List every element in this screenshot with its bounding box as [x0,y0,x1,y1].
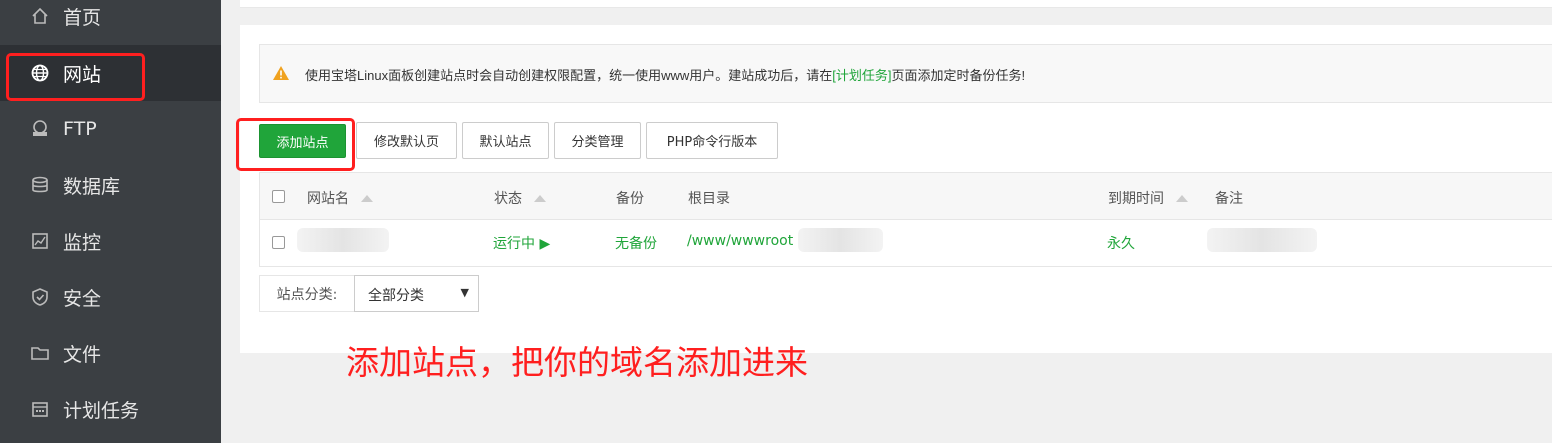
sidebar-item-label: 计划任务 [63,399,140,422]
table-header: 网站名 状态 备份 根目录 到期时间 备注 [260,173,1552,220]
sidebar-item-database[interactable]: 数据库 [0,157,221,213]
shield-icon [30,287,50,307]
ftp-icon [30,119,50,139]
sort-icon [534,194,546,202]
sidebar-item-label: 监控 [63,231,102,254]
annotation-text: 添加站点，把你的域名添加进来 [346,343,808,382]
expire-value[interactable]: 永久 [1107,233,1135,253]
sidebar-item-home[interactable]: 首页 [0,0,221,44]
notice-banner: 使用宝塔Linux面板创建站点时会自动创建权限配置，统一使用www用户。建站成功… [259,44,1552,103]
sidebar-item-security[interactable]: 安全 [0,269,221,325]
column-backup: 备份 [616,191,644,207]
top-panel [240,0,1552,7]
sort-icon [1176,194,1188,202]
warning-icon [272,65,290,85]
sidebar: 首页 网站 FTP 数据库 监控 安全 文件 计划任务 [0,0,221,443]
sidebar-item-ftp[interactable]: FTP [0,101,221,157]
column-site-name[interactable]: 网站名 [307,188,373,208]
cron-task-link[interactable]: [计划任务] [832,68,891,83]
notice-text: 使用宝塔Linux面板创建站点时会自动创建权限配置，统一使用www用户。建站成功… [305,68,1026,83]
sidebar-item-label: FTP [63,118,97,140]
database-icon [30,175,50,195]
column-remark: 备注 [1215,191,1243,207]
sort-icon [361,194,373,202]
select-all-checkbox[interactable] [272,190,285,203]
default-site-button[interactable]: 默认站点 [462,122,549,159]
redacted-site-name [297,228,389,252]
home-icon [30,6,50,26]
sidebar-item-label: 安全 [63,287,102,310]
category-select[interactable]: 全部分类 ▼ [354,275,479,312]
backup-status[interactable]: 无备份 [615,233,657,253]
column-root-dir: 根目录 [688,191,730,207]
add-site-button[interactable]: 添加站点 [259,124,346,158]
sidebar-item-label: 网站 [63,63,102,86]
root-dir-link[interactable]: /www/wwwroot [687,233,793,249]
column-expire[interactable]: 到期时间 [1108,188,1188,208]
globe-icon [30,63,50,83]
sidebar-item-cron[interactable]: 计划任务 [0,381,221,437]
monitor-icon [30,231,50,251]
redacted-remark [1207,228,1317,252]
sidebar-item-files[interactable]: 文件 [0,325,221,381]
sidebar-item-label: 首页 [63,6,102,29]
category-filter-label: 站点分类: [259,275,355,312]
php-cli-version-button[interactable]: PHP命令行版本 [646,122,778,159]
sidebar-item-label: 数据库 [63,175,121,198]
divider [240,7,1552,8]
sidebar-item-monitor[interactable]: 监控 [0,213,221,269]
calendar-icon [30,399,50,419]
sidebar-item-website[interactable]: 网站 [0,45,221,101]
category-select-value: 全部分类 [368,288,424,304]
sidebar-item-label: 文件 [63,343,102,366]
column-status[interactable]: 状态 [494,188,546,208]
redacted-root-dir [798,228,883,252]
category-manage-button[interactable]: 分类管理 [554,122,641,159]
row-checkbox[interactable] [272,236,285,249]
folder-icon [30,343,50,363]
status-running[interactable]: 运行中 ▶ [493,233,550,253]
modify-default-page-button[interactable]: 修改默认页 [356,122,457,159]
site-table: 网站名 状态 备份 根目录 到期时间 备注 [259,172,1552,267]
caret-down-icon: ▼ [460,286,469,299]
